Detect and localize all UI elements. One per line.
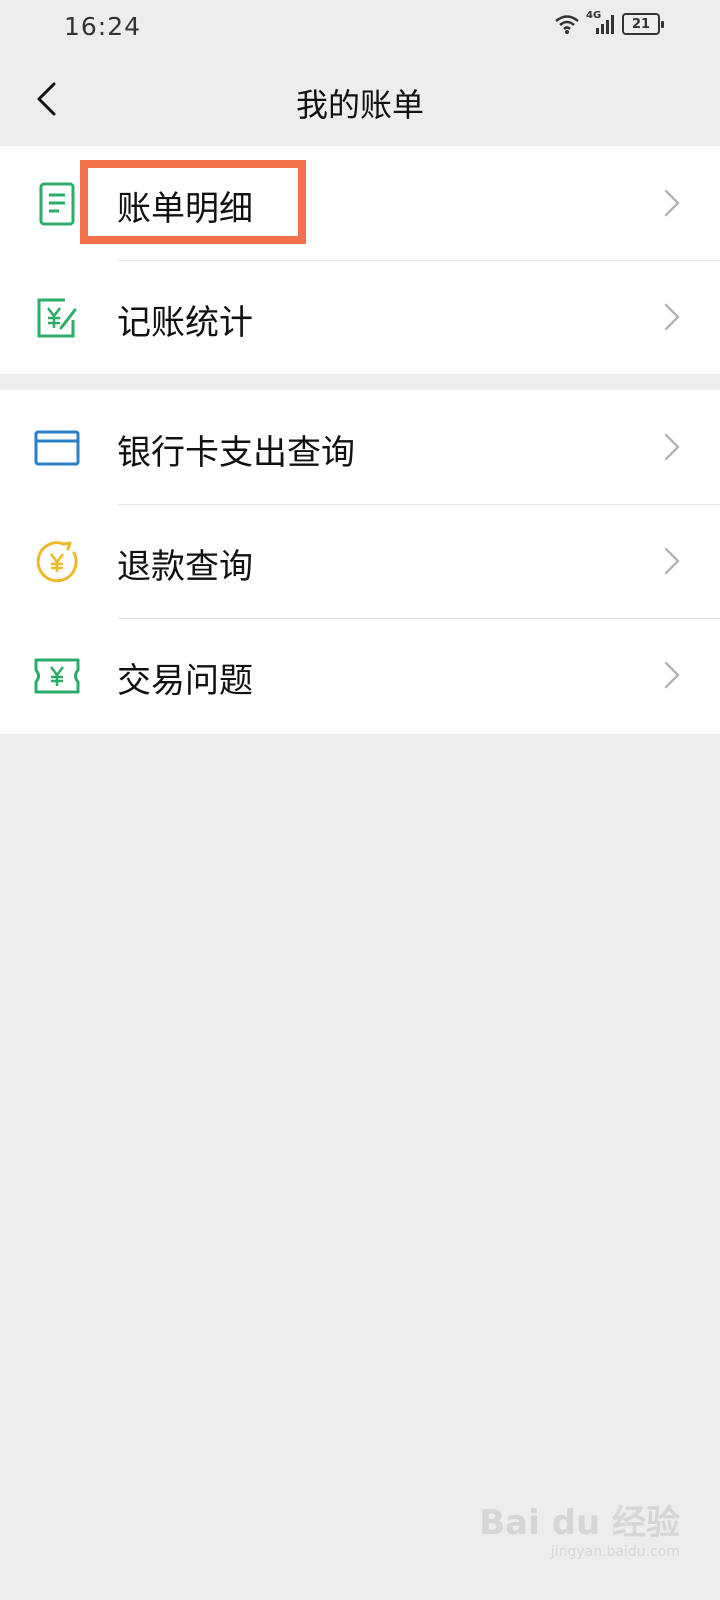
watermark-site: jingyan.baidu.com <box>550 1544 680 1560</box>
chevron-right-icon <box>664 661 680 689</box>
menu-item-label: 交易问题 <box>117 661 253 701</box>
menu-item-refund-query[interactable]: 退款查询 <box>0 504 720 618</box>
menu-item-bank-card-spending[interactable]: 银行卡支出查询 <box>0 390 720 504</box>
chevron-right-icon <box>664 547 680 575</box>
chevron-right-icon <box>664 303 680 331</box>
menu-item-label: 银行卡支出查询 <box>117 433 355 473</box>
status-bar: 16:24 4G 21 <box>0 0 720 56</box>
menu-item-transaction-issues[interactable]: 交易问题 <box>0 618 720 732</box>
status-icons: 4G 21 <box>554 10 664 36</box>
chevron-right-icon <box>664 189 680 217</box>
page-title: 我的账单 <box>295 86 424 124</box>
menu-group-2: 银行卡支出查询 退款查询 交易问题 <box>0 390 720 734</box>
battery-level: 21 <box>631 16 651 32</box>
menu-item-bookkeeping-stats[interactable]: 记账统计 <box>0 260 720 374</box>
menu-group-1: 账单明细 记账统计 <box>0 146 720 374</box>
status-time: 16:24 <box>64 12 142 41</box>
refund-icon <box>34 539 80 585</box>
bill-detail-icon <box>34 181 80 227</box>
watermark-brand: Bai du 经验 <box>479 1503 680 1543</box>
menu-item-label: 记账统计 <box>117 303 253 343</box>
wifi-icon <box>555 15 579 34</box>
ticket-icon <box>34 653 80 699</box>
bookkeeping-icon <box>34 295 80 341</box>
menu-item-label: 账单明细 <box>117 189 253 229</box>
menu-item-label: 退款查询 <box>117 547 253 587</box>
menu-item-bill-detail[interactable]: 账单明细 <box>0 146 720 260</box>
chevron-right-icon <box>664 433 680 461</box>
cellular-signal-icon: 4G <box>586 10 616 36</box>
battery-icon: 21 <box>622 13 664 35</box>
baidu-jingyan-watermark: Bai du 经验 jingyan.baidu.com <box>479 1495 680 1560</box>
bank-card-icon <box>34 425 80 471</box>
navigation-bar: 我的账单 <box>0 56 720 146</box>
